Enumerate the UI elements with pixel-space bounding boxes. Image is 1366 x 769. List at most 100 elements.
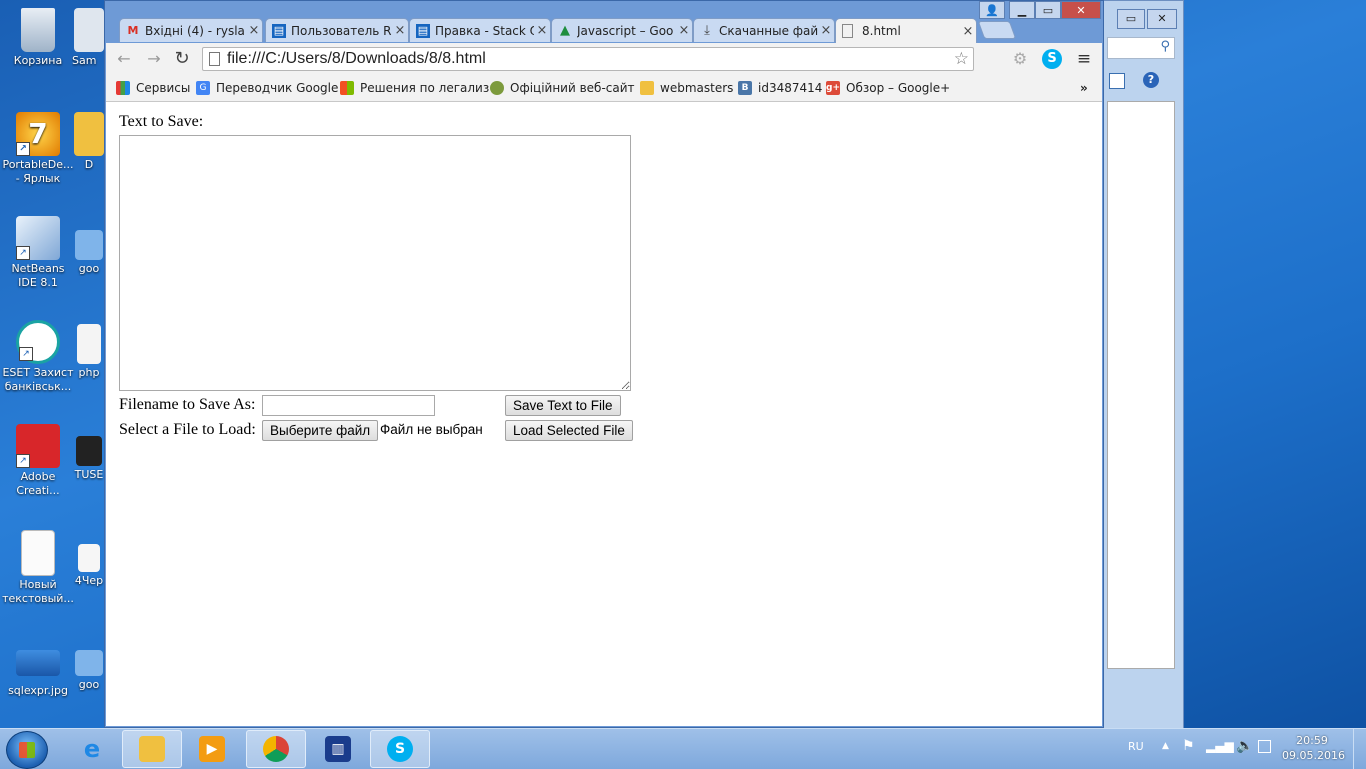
window-close-button[interactable]: ✕ <box>1061 1 1101 19</box>
desktop-icon-label: NetBeans IDE 8.1 <box>11 262 65 289</box>
apps-icon <box>116 81 130 95</box>
chrome-window[interactable]: M Вхідні (4) - rysla × ▤ Пользователь R … <box>104 0 1104 728</box>
choose-file-button[interactable]: Выберите файл <box>262 420 379 441</box>
taskbar-skype[interactable]: S <box>370 730 430 768</box>
start-button[interactable] <box>6 731 48 769</box>
tab-gmail[interactable]: M Вхідні (4) - rysla × <box>119 18 263 42</box>
reload-button[interactable]: ↻ <box>172 49 192 69</box>
clock-time: 20:59 <box>1296 734 1328 747</box>
view-toggle-icon[interactable] <box>1109 73 1125 89</box>
taskbar-explorer[interactable] <box>122 730 182 768</box>
search-box[interactable]: ⚲ <box>1107 37 1175 59</box>
tab-user-profile[interactable]: ▤ Пользователь R × <box>265 18 409 42</box>
volume-icon[interactable]: 🔈 <box>1236 738 1253 754</box>
taskbar-media-player[interactable]: ▶ <box>182 730 242 768</box>
netbeans-cube-icon: ↗ <box>16 216 60 260</box>
back-button[interactable]: ← <box>114 49 134 69</box>
load-selected-file-button[interactable]: Load Selected File <box>505 420 633 441</box>
back-arrow-icon: ← <box>117 49 131 68</box>
bookmark-official-site[interactable]: Офіційний веб-сайт <box>490 79 635 97</box>
desktop-icon-d[interactable]: D <box>72 112 106 172</box>
desktop-icon-portable[interactable]: 7 ↗ PortableDe... - Ярлык <box>2 112 74 186</box>
close-button[interactable]: ✕ <box>1147 9 1177 29</box>
address-bar[interactable]: ☆ <box>202 47 974 71</box>
show-desktop-button[interactable] <box>1353 729 1366 769</box>
bookmark-google-plus[interactable]: g+ Обзор – Google+ <box>826 79 950 97</box>
restore-button[interactable]: ▭ <box>1117 9 1145 29</box>
text-to-save-textarea[interactable] <box>119 135 631 391</box>
maximize-button[interactable]: ▭ <box>1035 1 1061 19</box>
page-icon <box>209 52 220 66</box>
tab-downloads[interactable]: ⤓ Скачанные фай × <box>693 18 835 42</box>
skype-extension-button[interactable]: S <box>1042 49 1062 69</box>
network-signal-icon[interactable]: ▂▄▆ <box>1206 739 1234 753</box>
star-icon[interactable]: ☆ <box>954 49 969 69</box>
desktop-icon-label: Sam <box>72 54 97 67</box>
desktop-icon-sam[interactable]: Sam <box>72 8 106 68</box>
desktop-icon-new-text[interactable]: Новый текстовый... <box>2 530 74 606</box>
save-text-button[interactable]: Save Text to File <box>505 395 621 416</box>
tab-google-drive[interactable]: ▲ Javascript – Goo × <box>551 18 693 42</box>
more-bookmarks-button[interactable]: » <box>1080 79 1088 97</box>
desktop-icon-label: 4Чер <box>74 574 104 587</box>
globe-icon <box>490 81 504 95</box>
tab-title: 8.html <box>862 24 901 38</box>
menu-button[interactable]: ≡ <box>1074 49 1094 69</box>
bookmark-label: webmasters <box>660 81 734 95</box>
close-icon[interactable]: × <box>534 23 550 38</box>
new-tab-button[interactable] <box>977 21 1017 39</box>
tab-8-html[interactable]: 8.html × <box>835 18 977 43</box>
tab-title: Javascript – Goo <box>577 23 674 38</box>
load-file-label: Select a File to Load: <box>119 421 256 438</box>
flag-icon[interactable]: ⚑ <box>1182 738 1195 754</box>
language-indicator[interactable]: RU <box>1128 740 1144 753</box>
desktop-icon-sqlexpr[interactable]: sqlexpr.jpg <box>2 646 74 698</box>
desktop-icon-label: sqlexpr.jpg <box>8 684 68 697</box>
taskbar-internet-explorer[interactable]: e <box>62 730 122 768</box>
desktop-icon-adobe[interactable]: ↗ Adobe Creati... <box>2 424 74 498</box>
bookmark-label: Офіційний веб-сайт <box>510 81 635 95</box>
action-center-icon[interactable] <box>1258 740 1271 753</box>
eset-shield-icon: ↗ <box>16 320 60 364</box>
filename-input[interactable] <box>262 395 435 416</box>
taskbar-chrome[interactable] <box>246 730 306 768</box>
bookmark-folder-webmasters[interactable]: webmasters <box>640 79 733 97</box>
close-icon[interactable]: × <box>960 24 976 39</box>
minimize-button[interactable]: ▁ <box>1009 1 1035 19</box>
desktop-icon-label: PortableDe... - Ярлык <box>2 158 74 185</box>
close-icon[interactable]: × <box>246 23 262 38</box>
taskbar-netbeans[interactable]: ▥ <box>308 730 368 768</box>
desktop-icon-netbeans[interactable]: ↗ NetBeans IDE 8.1 <box>2 216 74 290</box>
gmail-icon: M <box>127 23 139 37</box>
bookmark-apps[interactable]: Сервисы <box>116 79 190 97</box>
app-icon <box>76 436 102 466</box>
bookmark-legalization[interactable]: Решения по легализ <box>340 79 489 97</box>
taskbar: e ▶ ▥ S RU ▲ ⚑ ▂▄▆ 🔈 20:59 09.05.2016 <box>0 728 1366 769</box>
text-file-icon <box>78 544 100 572</box>
bookmark-label: id3487414 <box>758 81 823 95</box>
desktop-icon-goo-2[interactable]: goo <box>72 650 106 692</box>
desktop-icon-tuse[interactable]: TUSE <box>72 436 106 482</box>
person-icon: 👤 <box>985 4 999 17</box>
close-icon[interactable]: × <box>818 23 834 38</box>
bookmark-vk[interactable]: B id3487414 <box>738 79 822 97</box>
close-icon[interactable]: × <box>392 23 408 38</box>
tab-stack-edit[interactable]: ▤ Правка - Stack O × <box>409 18 551 42</box>
close-icon[interactable]: × <box>676 23 692 38</box>
clock[interactable]: 20:59 09.05.2016 <box>1282 733 1345 763</box>
background-window[interactable]: ▭ ✕ ⚲ ? <box>1100 0 1184 730</box>
bookmark-google-translate[interactable]: G Переводчик Google <box>196 79 338 97</box>
page-content: Text to Save: Filename to Save As: Save … <box>106 102 1102 726</box>
desktop-icon-eset[interactable]: ↗ ESET Захист банківськ... <box>2 320 74 394</box>
forward-button[interactable]: → <box>144 49 164 69</box>
help-icon[interactable]: ? <box>1143 72 1159 88</box>
internet-explorer-icon: e <box>83 735 101 763</box>
desktop-icon-goo[interactable]: goo <box>72 230 106 276</box>
url-input[interactable] <box>227 50 947 68</box>
desktop-icon-recycle-bin[interactable]: Корзина <box>2 8 74 68</box>
show-hidden-icons-icon[interactable]: ▲ <box>1162 741 1169 751</box>
desktop-icon-4cher[interactable]: 4Чер <box>72 544 106 588</box>
extension-button[interactable]: ⚙ <box>1010 49 1030 69</box>
profile-button[interactable]: 👤 <box>979 1 1005 19</box>
desktop-icon-php[interactable]: php <box>72 324 106 380</box>
